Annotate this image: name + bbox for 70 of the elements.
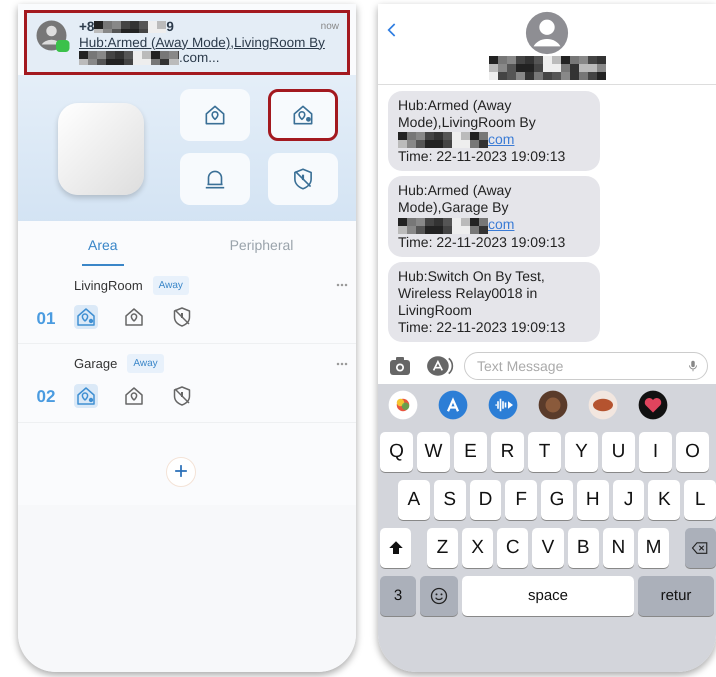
phone-number: 9: [166, 19, 174, 35]
keyboard-key[interactable]: R: [491, 432, 524, 472]
keyboard-key[interactable]: C: [497, 528, 528, 568]
keyboard-key[interactable]: G: [541, 480, 573, 520]
keyboard-key[interactable]: I: [639, 432, 672, 472]
status-tag: Away: [127, 354, 164, 374]
keyboard-key[interactable]: T: [528, 432, 561, 472]
more-icon[interactable]: [336, 360, 348, 367]
message-time: Time: 22-11-2023 19:09:13: [398, 148, 566, 166]
notification-text: Hub:Armed (Away Mode),LivingRoom By: [79, 34, 326, 50]
area-number: 02: [36, 386, 56, 408]
keyboard-key[interactable]: L: [684, 480, 716, 520]
message-field[interactable]: Text Message: [464, 352, 708, 380]
keyboard-key[interactable]: S: [434, 480, 466, 520]
contact-avatar-icon: [524, 10, 570, 56]
keyboard-key[interactable]: K: [648, 480, 680, 520]
keyboard-key[interactable]: D: [470, 480, 502, 520]
keyboard-key[interactable]: X: [462, 528, 494, 568]
phone-number: +8: [79, 19, 94, 35]
tab[interactable]: Area: [82, 232, 124, 266]
sticker-icon[interactable]: [586, 390, 620, 420]
keyboard-key[interactable]: M: [638, 528, 670, 568]
mode-button[interactable]: [180, 88, 250, 141]
message-text: Hub:Armed (Away Mode),LivingRoom By: [398, 97, 537, 132]
mode-button[interactable]: [268, 152, 338, 205]
emoji-icon: [429, 586, 449, 606]
keyboard-key[interactable]: B: [568, 528, 599, 568]
keyboard-key[interactable]: F: [505, 480, 538, 520]
notification-time: now: [320, 21, 339, 32]
emoji-key[interactable]: [420, 576, 458, 616]
keyboard-key[interactable]: J: [612, 480, 644, 520]
notification-banner[interactable]: +8 9 now Hub:Armed (Away Mode),LivingRoom By .com...: [24, 10, 350, 75]
heart-app-icon[interactable]: [636, 390, 670, 420]
add-button[interactable]: +: [166, 456, 196, 487]
contact-avatar-icon: [35, 19, 71, 55]
area-name: Garage: [74, 355, 118, 374]
message-time: Time: 22-11-2023 19:09:13: [398, 318, 566, 336]
home-person-icon[interactable]: [74, 384, 98, 408]
keyboard-key[interactable]: Y: [565, 432, 598, 472]
keyboard-key[interactable]: U: [602, 432, 635, 472]
notification-text: .com...: [179, 50, 220, 66]
return-key[interactable]: retur: [638, 576, 714, 616]
keyboard-key[interactable]: W: [417, 432, 450, 472]
area-number: 01: [36, 308, 56, 330]
photos-app-icon[interactable]: [386, 390, 420, 420]
keyboard-key[interactable]: A: [398, 480, 430, 520]
status-tag: Away: [152, 276, 189, 295]
message-text: Hub:Switch On By Test, Wireless Relay0018 in LivingRoom: [398, 268, 546, 319]
home-person-icon[interactable]: [74, 305, 98, 330]
app-store-icon[interactable]: [436, 390, 470, 420]
memoji-icon[interactable]: [536, 390, 570, 420]
more-icon[interactable]: [336, 282, 348, 288]
space-key[interactable]: space: [462, 576, 634, 616]
message-text: Hub:Armed (Away Mode),Garage By: [398, 182, 512, 216]
delete-key[interactable]: [684, 528, 716, 568]
mode-button[interactable]: [268, 88, 338, 141]
numbers-key[interactable]: 3: [380, 576, 416, 616]
shift-key[interactable]: [380, 528, 412, 568]
keyboard-key[interactable]: H: [576, 480, 609, 520]
shift-icon: [386, 538, 405, 557]
keyboard-key[interactable]: Q: [380, 432, 413, 472]
keyboard-key[interactable]: Z: [426, 528, 458, 568]
keyboard-key[interactable]: N: [602, 528, 634, 568]
audio-app-icon[interactable]: [486, 390, 520, 420]
area-name: LivingRoom: [74, 276, 143, 295]
message-time: Time: 22-11-2023 19:09:13: [398, 234, 566, 251]
keyboard-key[interactable]: O: [676, 432, 709, 472]
keyboard-key[interactable]: V: [532, 528, 564, 568]
keyboard-key[interactable]: E: [454, 432, 487, 472]
mode-button[interactable]: [180, 152, 250, 205]
